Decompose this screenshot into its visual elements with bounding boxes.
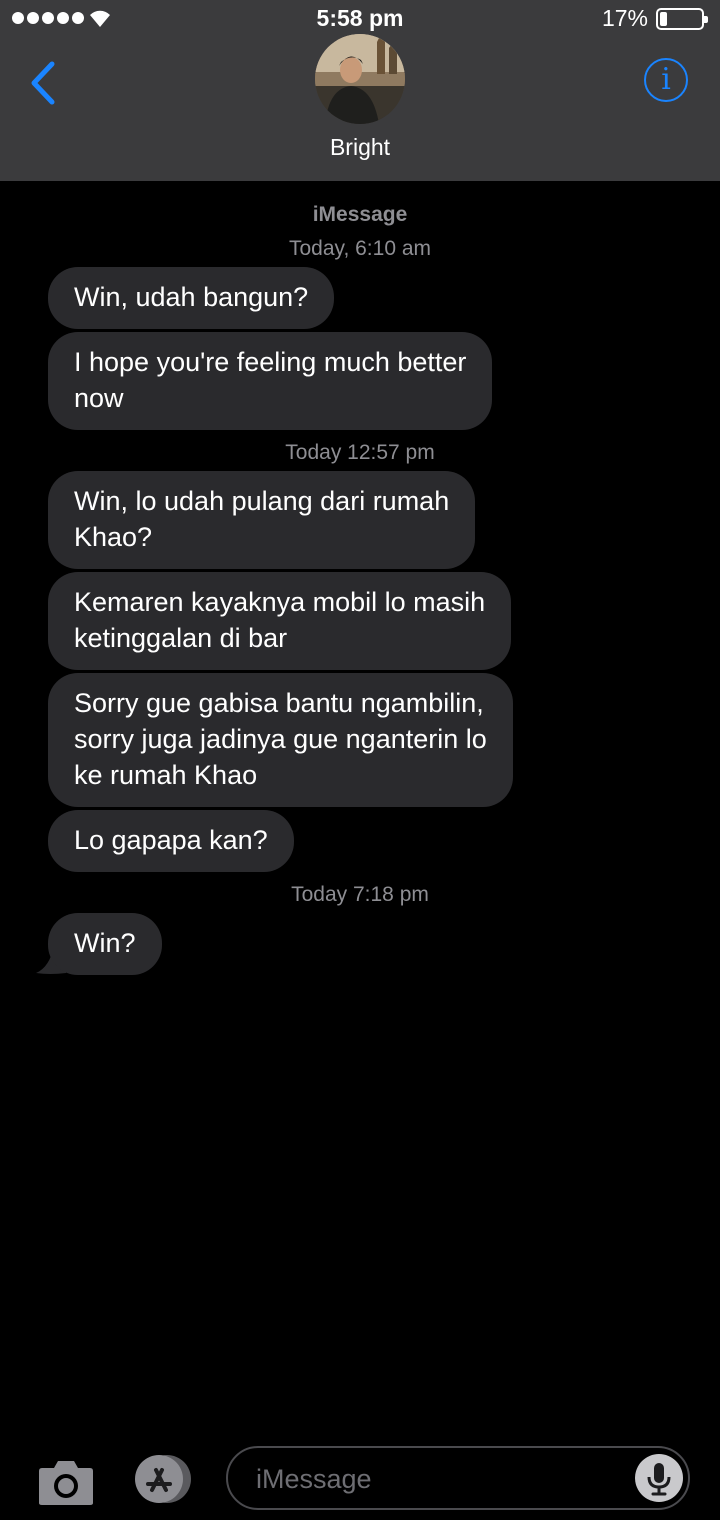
microphone-icon[interactable] [635,1454,683,1502]
message-bubble[interactable]: I hope you're feeling much better now [48,332,493,430]
messages-screen: 5:58 pm 17% Bright i iMessage Today, 6:1… [0,0,720,1520]
timestamp: Today 7:18 pm [291,883,429,906]
message-bubble[interactable]: Win? [48,913,162,975]
battery-icon [656,8,708,30]
battery-percentage: 17% [601,5,648,31]
message-input-placeholder: iMessage [256,1464,372,1494]
contact-name[interactable]: Bright [0,134,720,161]
conversation-header: Bright i [0,34,720,181]
message-bubble[interactable]: Win, lo udah pulang dari rumah Khao? [48,471,476,569]
message-bubble[interactable]: Lo gapapa kan? [48,810,294,872]
contact-avatar[interactable] [315,34,405,124]
app-store-icon[interactable] [130,1454,192,1504]
status-bar: 5:58 pm 17% [0,0,720,36]
info-icon[interactable]: i [644,58,688,102]
chevron-left-icon[interactable] [24,58,64,108]
message-input[interactable]: iMessage [226,1446,690,1510]
service-label: iMessage [312,203,408,226]
message-bubble[interactable]: Win, udah bangun? [48,267,335,329]
message-bubble[interactable]: Sorry gue gabisa bantu ngambilin, sorry … [48,673,513,807]
message-bubble[interactable]: Kemaren kayaknya mobil lo masih ketingga… [48,572,512,670]
timestamp: Today 12:57 pm [285,441,435,464]
camera-icon[interactable] [38,1458,94,1506]
timestamp: Today, 6:10 am [288,237,432,260]
